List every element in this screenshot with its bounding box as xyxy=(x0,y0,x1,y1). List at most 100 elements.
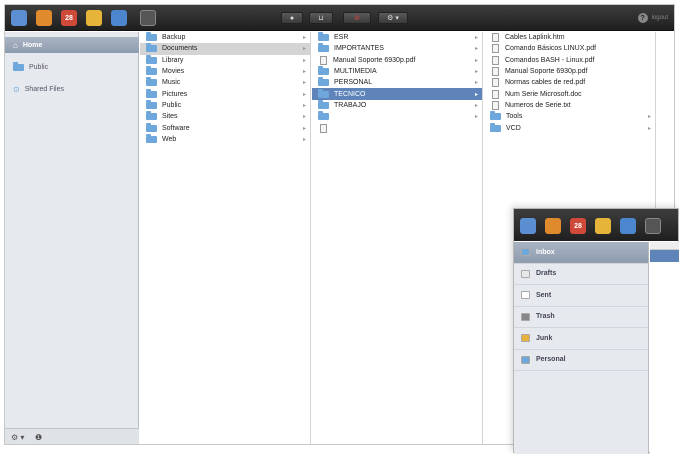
gear-menu-icon[interactable]: ⚙ ▾ xyxy=(11,433,24,442)
folder-row[interactable]: Software ▸ xyxy=(140,122,310,133)
file-row[interactable]: Manual Soporte 6930p.pdf xyxy=(484,66,655,77)
photos-app-icon[interactable] xyxy=(86,10,102,26)
sidebar-footer: ⚙ ▾ ❶ xyxy=(5,428,139,444)
chevron-right-icon: ▸ xyxy=(302,46,306,53)
file-row[interactable]: Comando Básicos LINUX.pdf xyxy=(484,43,655,54)
folder-row[interactable]: Backup ▸ xyxy=(140,32,310,43)
upload-button[interactable]: ● xyxy=(281,12,303,24)
mail-folder-label: Trash xyxy=(536,313,555,321)
junk-icon xyxy=(521,334,530,343)
item-label: Manual Soporte 6930p.pdf xyxy=(505,68,588,76)
folder-row[interactable]: Sites ▸ xyxy=(140,111,310,122)
item-label: Comandos BASH - Linux.pdf xyxy=(505,56,595,64)
mail-app-icon[interactable] xyxy=(520,218,536,234)
delete-button[interactable]: ⊘ xyxy=(343,12,371,24)
folder-row[interactable]: TECNICO ▸ xyxy=(312,88,482,100)
folder-row[interactable]: TRABAJO ▸ xyxy=(312,99,482,111)
folder-row[interactable]: IMPORTANTES ▸ xyxy=(312,43,482,54)
folder-icon xyxy=(318,88,329,98)
sidebar-item-home[interactable]: ⌂ Home xyxy=(5,37,139,53)
item-label: IMPORTANTES xyxy=(334,45,384,53)
mail-folder-drafts[interactable]: Drafts xyxy=(514,264,648,285)
folder-row[interactable]: Tools ▸ xyxy=(484,111,655,122)
inbox-icon xyxy=(521,248,530,257)
folder-row[interactable]: VCD ▸ xyxy=(484,122,655,133)
mail-folder-trash[interactable]: Trash xyxy=(514,307,648,328)
file-row[interactable]: Num Serie Microsoft.doc xyxy=(484,88,655,99)
item-label: Movies xyxy=(162,68,185,76)
file-row[interactable]: Comandos BASH - Linux.pdf xyxy=(484,55,655,66)
logout-link[interactable]: ? logout xyxy=(637,13,668,23)
mail-folder-personal[interactable]: Personal xyxy=(514,350,648,371)
folder-icon xyxy=(146,43,157,53)
item-label: Documents xyxy=(162,45,198,53)
message-list xyxy=(650,242,679,454)
folder-row[interactable]: ESR ▸ xyxy=(312,32,482,43)
folder-row[interactable]: Movies ▸ xyxy=(140,66,310,77)
item-label: Backup xyxy=(162,34,186,42)
folder-icon xyxy=(318,77,329,87)
contacts-app-icon[interactable] xyxy=(645,218,661,234)
actions-menu-button[interactable]: ⚙ ▾ xyxy=(378,12,408,24)
sidebar: ⌂ Home Public ⊙ Shared Files ⚙ ▾ ❶ xyxy=(5,32,139,444)
folder-icon xyxy=(146,111,157,121)
folder-icon xyxy=(146,66,157,76)
logout-label: logout xyxy=(651,15,668,21)
file-row[interactable]: Normas cables de red.pdf xyxy=(484,77,655,88)
file-row[interactable]: Numeros de Serie.txt xyxy=(484,100,655,111)
item-label: Music xyxy=(162,79,181,87)
folder-icon xyxy=(13,61,24,71)
chevron-right-icon: ▸ xyxy=(647,114,651,121)
photos-app-icon[interactable] xyxy=(595,218,611,234)
mail-folder-junk[interactable]: Junk xyxy=(514,328,648,350)
folder-icon xyxy=(521,355,530,364)
file-icon xyxy=(492,44,499,54)
mail-folder-sent[interactable]: Sent xyxy=(514,285,648,307)
folder-row[interactable]: MULTIMEDIA ▸ xyxy=(312,66,482,77)
item-label: Web xyxy=(162,135,177,143)
sidebar-item-public[interactable]: Public xyxy=(5,59,139,75)
folder-icon xyxy=(146,54,157,64)
new-folder-button[interactable]: ⊔ xyxy=(309,12,333,24)
info-icon[interactable]: ❶ xyxy=(35,433,42,442)
file-icon xyxy=(492,33,499,43)
help-icon: ? xyxy=(637,13,648,23)
chevron-right-icon: ▸ xyxy=(474,91,478,98)
file-row[interactable]: Manual Soporte 6930p.pdf ▸ xyxy=(312,55,482,66)
notes-app-icon[interactable] xyxy=(36,10,52,26)
item-label: Manual Soporte 6930p.pdf xyxy=(333,56,416,64)
item-label: Software xyxy=(162,124,190,132)
chevron-right-icon: ▸ xyxy=(302,80,306,87)
calendar-app-icon[interactable]: 28 xyxy=(570,218,586,234)
mail-folder-label: Inbox xyxy=(536,248,555,256)
folder-row[interactable]: PERSONAL ▸ xyxy=(312,77,482,88)
message-row[interactable] xyxy=(650,250,679,262)
folder-row[interactable]: Music ▸ xyxy=(140,77,310,88)
folder-row[interactable]: ▸ xyxy=(312,111,482,122)
file-row[interactable]: Cables Laplink.htm xyxy=(484,32,655,43)
folder-row[interactable]: Public ▸ xyxy=(140,99,310,111)
calendar-app-icon[interactable]: 28 xyxy=(61,10,77,26)
mail-folder-inbox[interactable]: Inbox xyxy=(514,242,648,264)
file-row[interactable] xyxy=(312,122,482,133)
notes-app-icon[interactable] xyxy=(545,218,561,234)
item-label: Numeros de Serie.txt xyxy=(505,101,571,109)
mail-folder-list: Inbox Drafts Sent Trash Junk Personal xyxy=(514,242,649,454)
file-icon xyxy=(492,55,499,65)
contacts-app-icon[interactable] xyxy=(140,10,156,26)
sidebar-item-shared-files[interactable]: ⊙ Shared Files xyxy=(5,81,139,97)
browser-column-2: ESR ▸ IMPORTANTES ▸ Manual Soporte 6930p.pdf… xyxy=(312,32,483,444)
folder-row[interactable]: Documents ▸ xyxy=(140,43,310,55)
chevron-right-icon: ▸ xyxy=(302,35,306,42)
files-app-icon[interactable] xyxy=(111,10,127,26)
mail-app-icon[interactable] xyxy=(11,10,27,26)
item-label: Num Serie Microsoft.doc xyxy=(505,90,582,98)
files-app-icon[interactable] xyxy=(620,218,636,234)
chevron-right-icon: ▸ xyxy=(474,69,478,76)
folder-row[interactable]: Library ▸ xyxy=(140,54,310,66)
sidebar-item-label: Shared Files xyxy=(24,85,64,93)
file-icon xyxy=(320,123,327,133)
folder-row[interactable]: Pictures ▸ xyxy=(140,88,310,99)
folder-row[interactable]: Web ▸ xyxy=(140,133,310,145)
item-label: VCD xyxy=(506,124,521,132)
